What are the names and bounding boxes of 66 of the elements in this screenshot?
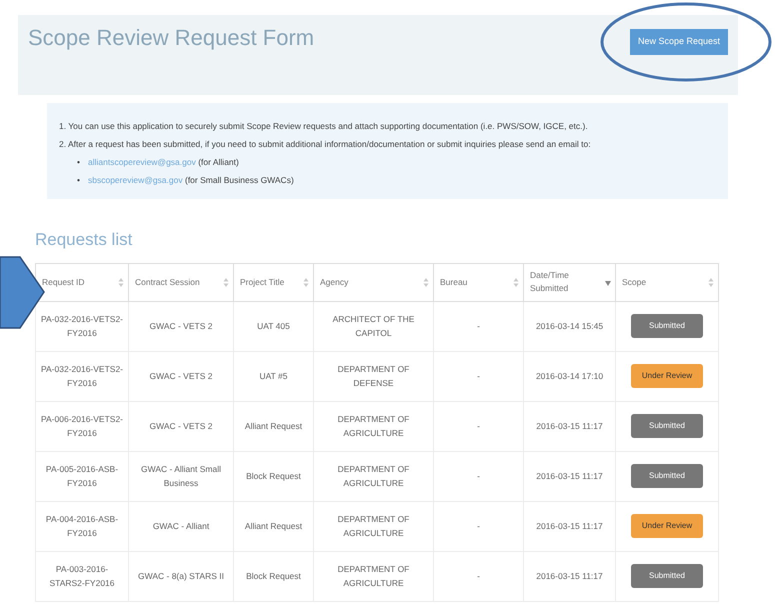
table-cell: 2016-03-14 17:10 <box>524 351 616 401</box>
table-cell: PA-003-2016-STARS2-FY2016 <box>36 551 128 601</box>
table-cell: - <box>434 551 524 601</box>
sort-icon[interactable] <box>223 278 229 286</box>
table-cell: Alliant Request <box>234 501 314 551</box>
table-cell: UAT 405 <box>234 301 314 351</box>
column-header[interactable]: Bureau <box>434 263 524 301</box>
scope-status-button[interactable]: Under Review <box>631 514 703 538</box>
column-header[interactable]: Date/Time Submitted <box>524 263 616 301</box>
table-cell: Block Request <box>234 551 314 601</box>
table-cell: 2016-03-14 15:45 <box>524 301 616 351</box>
table-cell: - <box>434 451 524 501</box>
contact-note: (for Small Business GWACs) <box>184 175 294 185</box>
scope-status-button[interactable]: Submitted <box>631 414 703 438</box>
contact-note: (for Alliant) <box>198 157 239 167</box>
bullet: • <box>77 175 80 185</box>
table-cell: 2016-03-15 11:17 <box>524 551 616 601</box>
table-cell: 2016-03-15 11:17 <box>524 401 616 451</box>
table-cell: - <box>434 501 524 551</box>
new-request-button[interactable]: New Scope Request <box>630 29 728 54</box>
table-cell: - <box>434 351 524 401</box>
table-cell: GWAC - VETS 2 <box>128 301 234 351</box>
table-cell: GWAC - 8(a) STARS II <box>128 551 234 601</box>
table-cell: Block Request <box>234 451 314 501</box>
column-header[interactable]: Project Title <box>234 263 314 301</box>
table-cell: PA-005-2016-ASB-FY2016 <box>36 451 128 501</box>
email-link[interactable]: sbscopereview@gsa.gov <box>88 175 183 185</box>
sort-icon[interactable] <box>118 278 124 286</box>
sort-icon[interactable] <box>513 278 519 286</box>
table-cell: UAT #5 <box>234 351 314 401</box>
table-cell: DEPARTMENT OF AGRICULTURE <box>314 551 434 601</box>
table-cell: PA-032-2016-VETS2-FY2016 <box>36 301 128 351</box>
table-cell: DEPARTMENT OF DEFENSE <box>314 351 434 401</box>
column-header[interactable]: Request ID <box>36 263 128 301</box>
table-cell: DEPARTMENT OF AGRICULTURE <box>314 401 434 451</box>
table-cell: PA-006-2016-VETS2-FY2016 <box>36 401 128 451</box>
instruction-text: 1. You can use this application to securely submit Scope Review requests and attach supporting documentation (i.e. PWS/SOW, IGCE, etc.). <box>59 120 589 133</box>
email-link[interactable]: alliantscopereview@gsa.gov <box>88 157 196 167</box>
column-header[interactable]: Agency <box>314 263 434 301</box>
table-cell: ARCHITECT OF THE CAPITOL <box>314 301 434 351</box>
table-cell: PA-004-2016-ASB-FY2016 <box>36 501 128 551</box>
scope-status-button[interactable]: Under Review <box>631 364 703 388</box>
table-cell: - <box>434 301 524 351</box>
table-cell: DEPARTMENT OF AGRICULTURE <box>314 451 434 501</box>
page-title: Scope Review Request Form <box>28 24 314 52</box>
sort-icon[interactable] <box>303 278 309 286</box>
section-title: Requests list <box>35 229 134 251</box>
table-cell: GWAC - VETS 2 <box>128 401 234 451</box>
scope-status-button[interactable]: Submitted <box>631 314 703 338</box>
table-cell: - <box>434 401 524 451</box>
table-cell: 2016-03-15 11:17 <box>524 451 616 501</box>
table-cell: GWAC - Alliant Small Business <box>128 451 234 501</box>
table-cell: PA-032-2016-VETS2-FY2016 <box>36 351 128 401</box>
bullet: • <box>77 157 80 167</box>
scope-status-button[interactable]: Submitted <box>631 564 703 588</box>
column-header[interactable]: Scope <box>616 263 718 301</box>
column-header[interactable]: Contract Session <box>128 263 234 301</box>
table-cell: GWAC - VETS 2 <box>128 351 234 401</box>
table-cell: 2016-03-15 11:17 <box>524 501 616 551</box>
sort-icon[interactable] <box>708 278 714 286</box>
instruction-text: 2. After a request has been submitted, if you need to submit additional information/documentation or submit inquiries please send an email to: <box>59 138 592 151</box>
table-cell: GWAC - Alliant <box>128 501 234 551</box>
table-cell: DEPARTMENT OF AGRICULTURE <box>314 501 434 551</box>
table-cell: Alliant Request <box>234 401 314 451</box>
scope-status-button[interactable]: Submitted <box>631 464 703 488</box>
sort-icon[interactable] <box>423 278 429 286</box>
